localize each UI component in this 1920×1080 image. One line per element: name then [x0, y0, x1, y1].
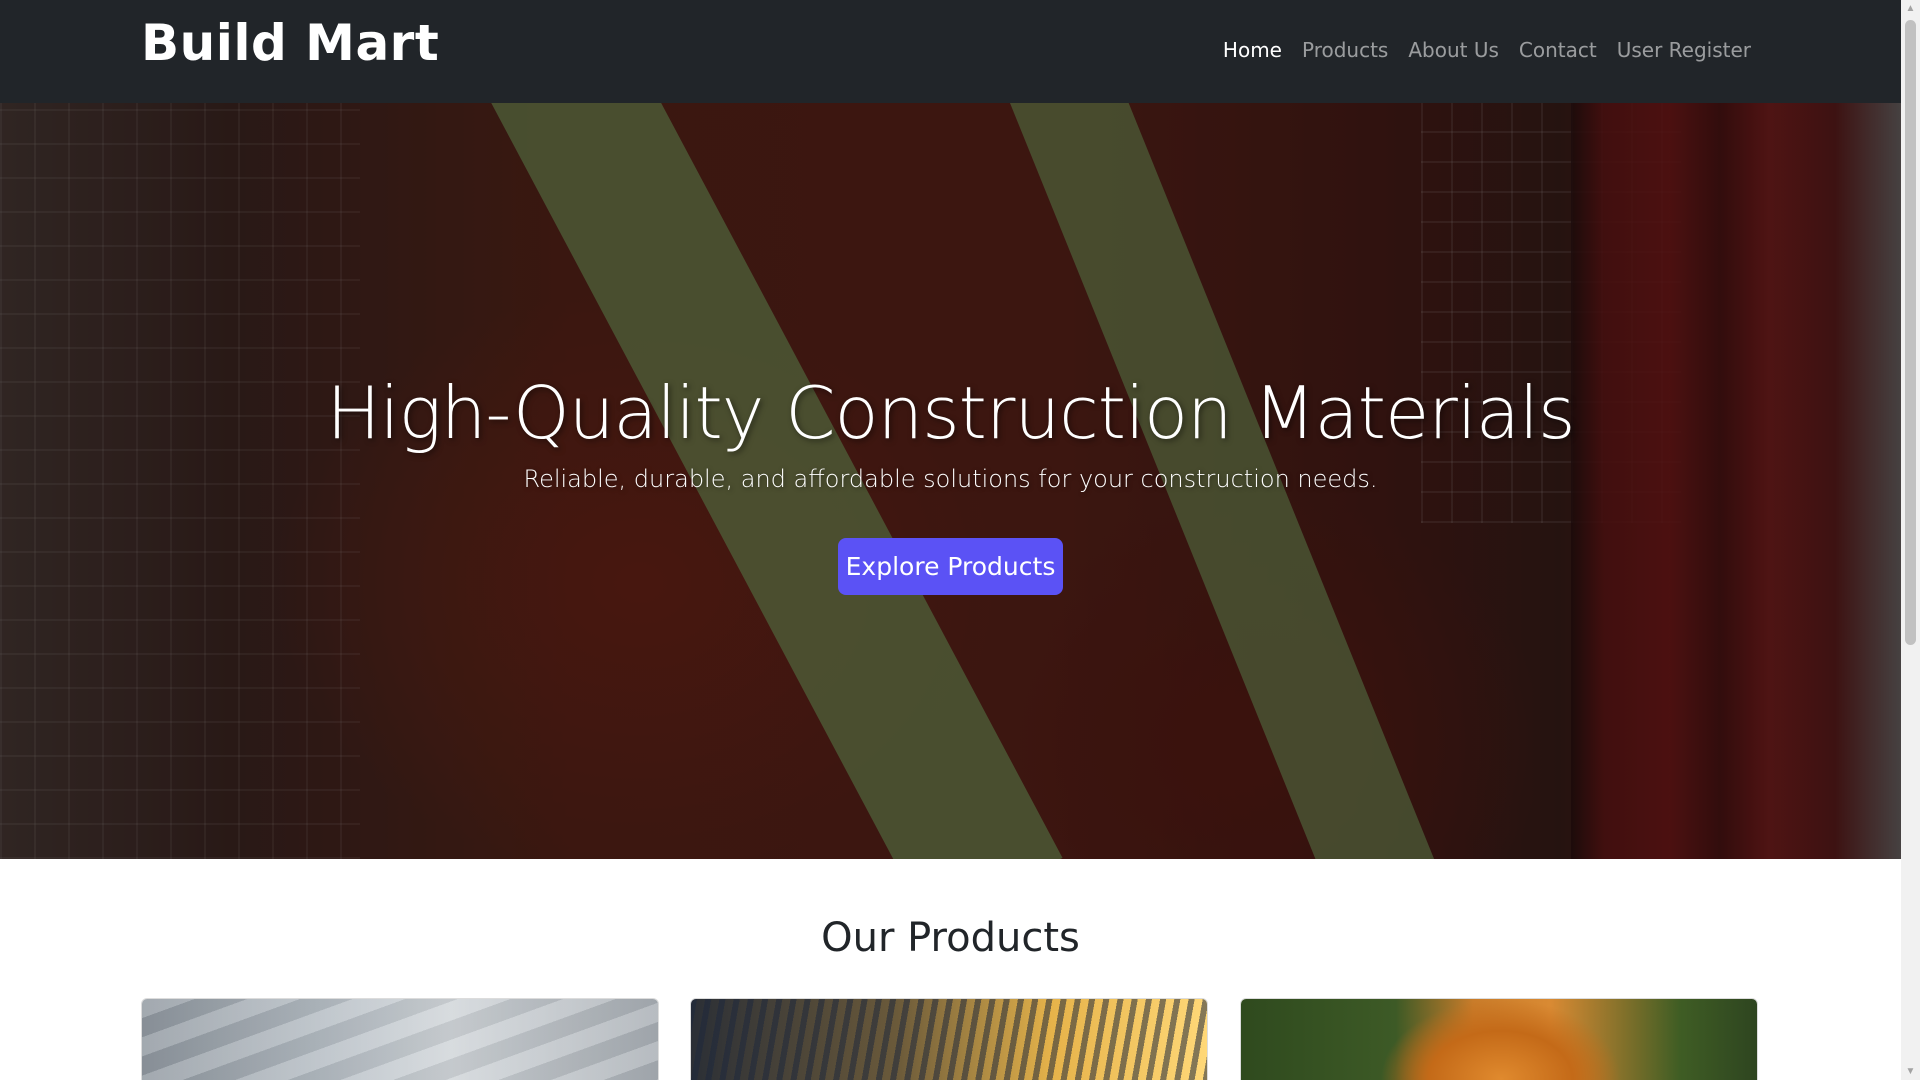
navbar: Build Mart Home Products About Us Contac…: [0, 0, 1901, 103]
hero-content: High-Quality Construction Materials Reli…: [0, 103, 1901, 859]
scroll-down-arrow-icon[interactable]: ▼: [1901, 1063, 1920, 1080]
product-card[interactable]: [141, 998, 659, 1080]
products-heading: Our Products: [821, 915, 1080, 961]
brand-logo[interactable]: Build Mart: [141, 14, 439, 72]
product-card[interactable]: [690, 998, 1208, 1080]
hero-title: High-Quality Construction Materials: [326, 371, 1575, 455]
page: Build Mart Home Products About Us Contac…: [0, 0, 1901, 1080]
nav-link-products[interactable]: Products: [1302, 38, 1388, 62]
nav-link-contact[interactable]: Contact: [1519, 38, 1597, 62]
nav-link-about-us[interactable]: About Us: [1408, 38, 1499, 62]
product-image: [142, 999, 658, 1080]
hero-subtitle: Reliable, durable, and affordable soluti…: [523, 465, 1378, 493]
hero-section: High-Quality Construction Materials Reli…: [0, 103, 1901, 859]
page-scrollbar[interactable]: ▲ ▼: [1901, 0, 1920, 1080]
product-image: [1241, 999, 1757, 1080]
explore-products-button[interactable]: Explore Products: [838, 538, 1063, 595]
scrollbar-thumb[interactable]: [1905, 20, 1916, 645]
product-card[interactable]: [1240, 998, 1758, 1080]
scroll-up-arrow-icon[interactable]: ▲: [1901, 0, 1920, 17]
nav-links: Home Products About Us Contact User Regi…: [1223, 38, 1751, 62]
nav-link-user-register[interactable]: User Register: [1617, 38, 1751, 62]
product-image: [691, 999, 1207, 1080]
nav-link-home[interactable]: Home: [1223, 38, 1282, 62]
